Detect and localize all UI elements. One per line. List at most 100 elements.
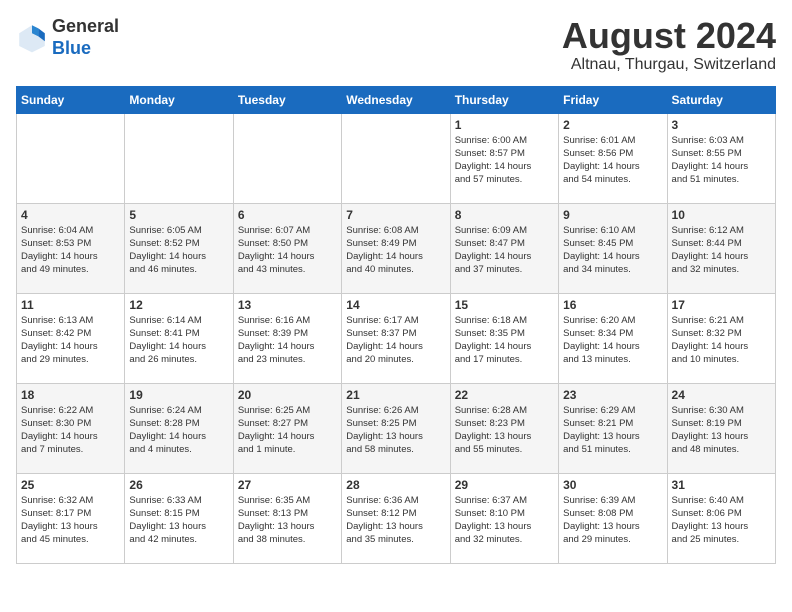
logo-text: General Blue — [52, 16, 119, 59]
day-info-line: and 29 minutes. — [21, 353, 120, 366]
day-number: 24 — [672, 388, 771, 402]
day-number: 14 — [346, 298, 445, 312]
day-info-line: Sunset: 8:32 PM — [672, 327, 771, 340]
day-info-line: Sunset: 8:53 PM — [21, 237, 120, 250]
day-number: 18 — [21, 388, 120, 402]
day-info-line: Daylight: 14 hours — [455, 250, 554, 263]
day-info-line: and 42 minutes. — [129, 533, 228, 546]
calendar-cell: 9Sunrise: 6:10 AMSunset: 8:45 PMDaylight… — [559, 203, 667, 293]
day-info-line: Daylight: 13 hours — [563, 520, 662, 533]
logo-blue: Blue — [52, 38, 91, 58]
day-info-line: Sunrise: 6:30 AM — [672, 404, 771, 417]
day-info-line: Daylight: 14 hours — [129, 340, 228, 353]
day-info-line: Sunrise: 6:22 AM — [21, 404, 120, 417]
day-info-line: Sunrise: 6:12 AM — [672, 224, 771, 237]
day-info-line: Sunrise: 6:37 AM — [455, 494, 554, 507]
calendar-cell: 21Sunrise: 6:26 AMSunset: 8:25 PMDayligh… — [342, 383, 450, 473]
calendar-week-2: 4Sunrise: 6:04 AMSunset: 8:53 PMDaylight… — [17, 203, 776, 293]
calendar-cell: 6Sunrise: 6:07 AMSunset: 8:50 PMDaylight… — [233, 203, 341, 293]
day-info-line: Sunset: 8:08 PM — [563, 507, 662, 520]
day-info-line: and 32 minutes. — [672, 263, 771, 276]
day-info-line: Sunset: 8:44 PM — [672, 237, 771, 250]
day-number: 11 — [21, 298, 120, 312]
day-info-line: and 51 minutes. — [563, 443, 662, 456]
day-info-line: Sunset: 8:19 PM — [672, 417, 771, 430]
day-info-line: Sunset: 8:30 PM — [21, 417, 120, 430]
day-number: 8 — [455, 208, 554, 222]
day-number: 7 — [346, 208, 445, 222]
day-info-line: Sunset: 8:28 PM — [129, 417, 228, 430]
location: Altnau, Thurgau, Switzerland — [562, 56, 776, 74]
day-number: 22 — [455, 388, 554, 402]
day-number: 27 — [238, 478, 337, 492]
day-info-line: Sunrise: 6:24 AM — [129, 404, 228, 417]
day-number: 20 — [238, 388, 337, 402]
day-info-line: and 34 minutes. — [563, 263, 662, 276]
day-number: 26 — [129, 478, 228, 492]
day-info-line: and 20 minutes. — [346, 353, 445, 366]
day-number: 29 — [455, 478, 554, 492]
day-info-line: Sunset: 8:35 PM — [455, 327, 554, 340]
day-info-line: Sunset: 8:21 PM — [563, 417, 662, 430]
day-of-week-wednesday: Wednesday — [342, 86, 450, 113]
day-info-line: Sunrise: 6:20 AM — [563, 314, 662, 327]
day-info-line: Sunset: 8:49 PM — [346, 237, 445, 250]
day-info-line: and 55 minutes. — [455, 443, 554, 456]
day-info-line: Daylight: 13 hours — [129, 520, 228, 533]
day-info-line: Sunset: 8:39 PM — [238, 327, 337, 340]
day-info-line: and 40 minutes. — [346, 263, 445, 276]
day-number: 13 — [238, 298, 337, 312]
calendar-cell: 25Sunrise: 6:32 AMSunset: 8:17 PMDayligh… — [17, 473, 125, 563]
day-info-line: Daylight: 13 hours — [21, 520, 120, 533]
day-info-line: Daylight: 14 hours — [672, 160, 771, 173]
day-info-line: and 4 minutes. — [129, 443, 228, 456]
day-info-line: Sunrise: 6:00 AM — [455, 134, 554, 147]
calendar-cell: 7Sunrise: 6:08 AMSunset: 8:49 PMDaylight… — [342, 203, 450, 293]
day-info-line: Daylight: 13 hours — [455, 520, 554, 533]
day-number: 25 — [21, 478, 120, 492]
day-info-line: Daylight: 14 hours — [563, 250, 662, 263]
calendar-cell: 17Sunrise: 6:21 AMSunset: 8:32 PMDayligh… — [667, 293, 775, 383]
calendar-cell: 24Sunrise: 6:30 AMSunset: 8:19 PMDayligh… — [667, 383, 775, 473]
day-info-line: Sunrise: 6:16 AM — [238, 314, 337, 327]
day-info-line: Daylight: 14 hours — [455, 340, 554, 353]
day-info-line: Sunrise: 6:33 AM — [129, 494, 228, 507]
day-info-line: Sunset: 8:41 PM — [129, 327, 228, 340]
day-info-line: Sunrise: 6:14 AM — [129, 314, 228, 327]
day-info-line: Sunrise: 6:03 AM — [672, 134, 771, 147]
day-info-line: Daylight: 14 hours — [21, 430, 120, 443]
day-info-line: Daylight: 14 hours — [238, 250, 337, 263]
calendar-cell: 18 Sunrise: 6:22 AMSunset: 8:30 PMDayligh… — [17, 383, 125, 473]
day-info-line: Sunrise: 6:36 AM — [346, 494, 445, 507]
calendar-cell: 2Sunrise: 6:01 AMSunset: 8:56 PMDaylight… — [559, 113, 667, 203]
day-info-line: Sunset: 8:42 PM — [21, 327, 120, 340]
day-of-week-thursday: Thursday — [450, 86, 558, 113]
calendar-cell: 1Sunrise: 6:00 AMSunset: 8:57 PMDaylight… — [450, 113, 558, 203]
day-info-line: Sunset: 8:10 PM — [455, 507, 554, 520]
day-info-line: and 37 minutes. — [455, 263, 554, 276]
day-info-line: and 35 minutes. — [346, 533, 445, 546]
day-info-line: and 48 minutes. — [672, 443, 771, 456]
calendar-cell: 8Sunrise: 6:09 AMSunset: 8:47 PMDaylight… — [450, 203, 558, 293]
calendar-header: SundayMondayTuesdayWednesdayThursdayFrid… — [17, 86, 776, 113]
day-info-line: Daylight: 14 hours — [346, 340, 445, 353]
day-info-line: Sunrise: 6:21 AM — [672, 314, 771, 327]
day-info-line: and 51 minutes. — [672, 173, 771, 186]
day-number: 17 — [672, 298, 771, 312]
day-info-line: Sunrise: 6:17 AM — [346, 314, 445, 327]
calendar-cell: 15Sunrise: 6:18 AMSunset: 8:35 PMDayligh… — [450, 293, 558, 383]
day-number: 3 — [672, 118, 771, 132]
day-info-line: Daylight: 13 hours — [238, 520, 337, 533]
page-header: General Blue August 2024 Altnau, Thurgau… — [16, 16, 776, 74]
day-number: 28 — [346, 478, 445, 492]
day-info-line: Sunrise: 6:04 AM — [21, 224, 120, 237]
day-info-line: Sunset: 8:23 PM — [455, 417, 554, 430]
day-info-line: Sunset: 8:37 PM — [346, 327, 445, 340]
calendar-cell: 12Sunrise: 6:14 AMSunset: 8:41 PMDayligh… — [125, 293, 233, 383]
day-info-line: Sunrise: 6:29 AM — [563, 404, 662, 417]
day-info-line: Sunrise: 6:01 AM — [563, 134, 662, 147]
day-info-line: and 58 minutes. — [346, 443, 445, 456]
day-info-line: and 23 minutes. — [238, 353, 337, 366]
day-info-line: Sunset: 8:17 PM — [21, 507, 120, 520]
day-info-line: Daylight: 14 hours — [129, 430, 228, 443]
